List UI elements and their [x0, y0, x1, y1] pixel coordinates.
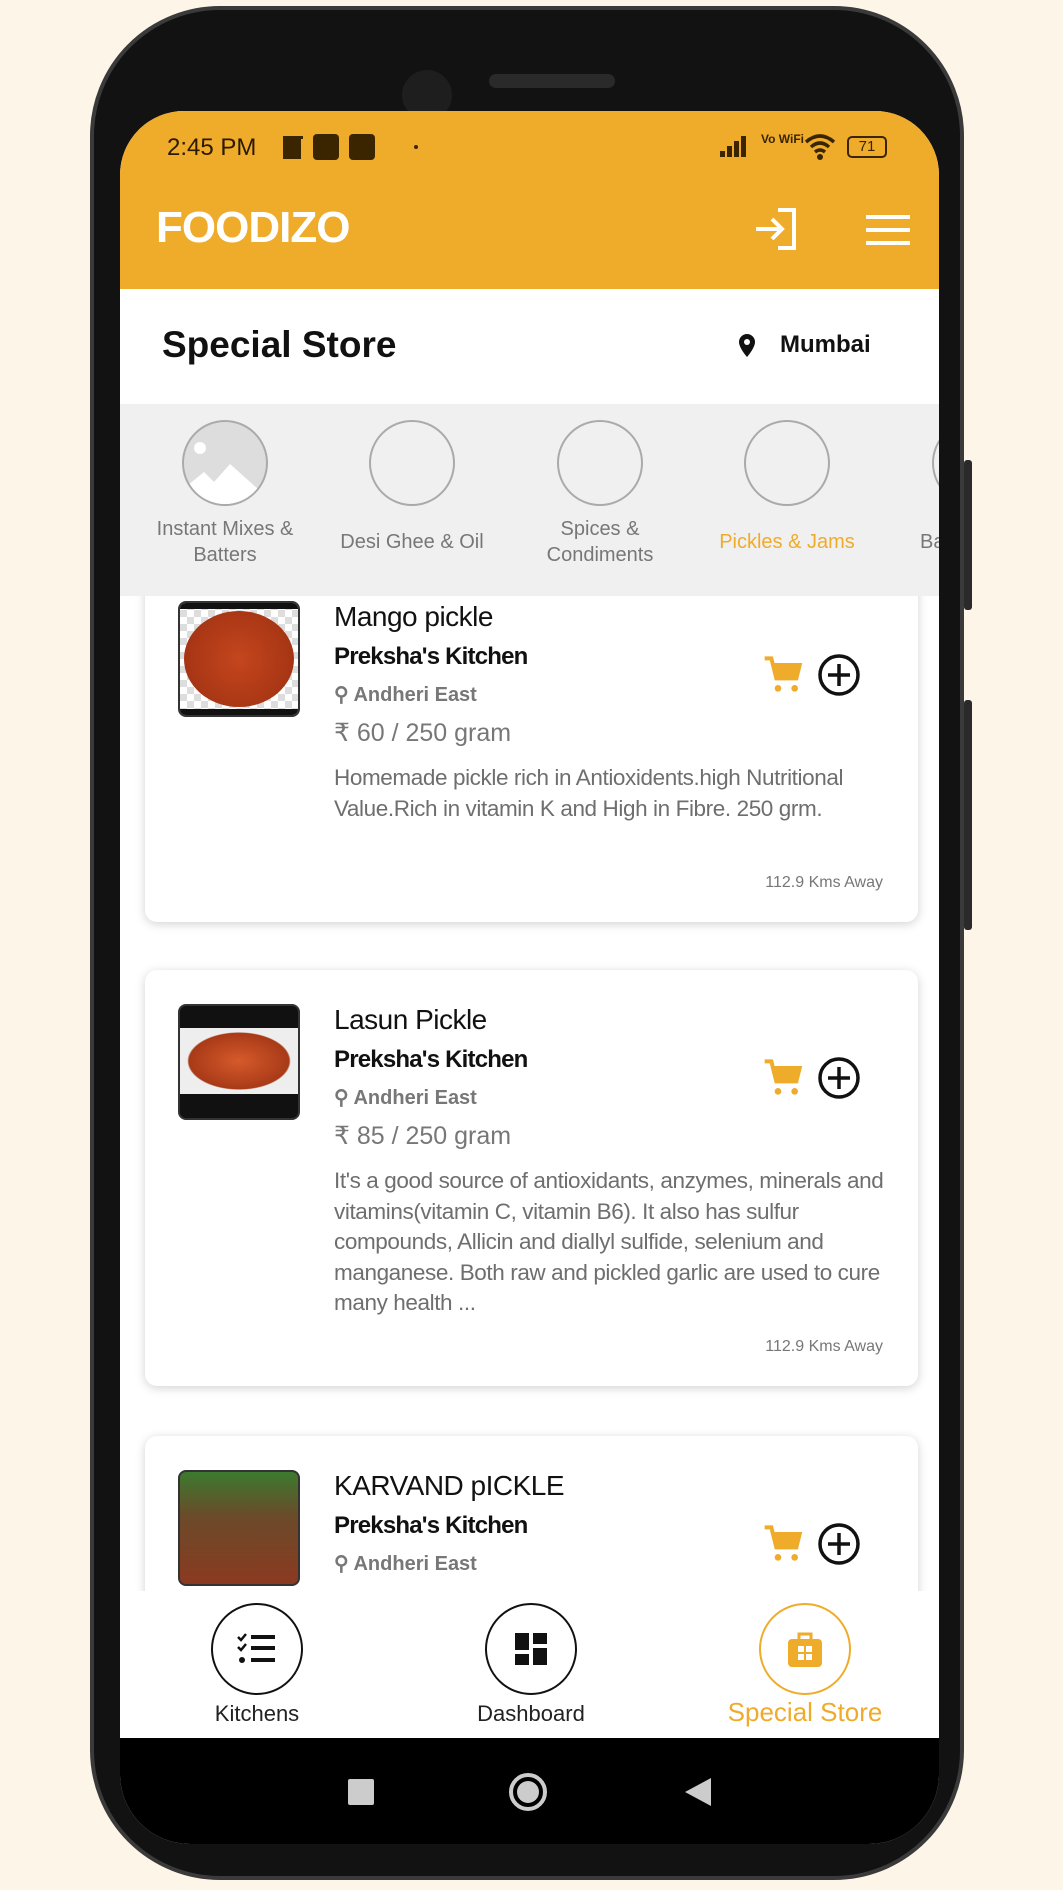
location-selector[interactable]: Mumbai [780, 331, 871, 359]
category-desi-ghee[interactable]: Desi Ghee & Oil [327, 404, 497, 572]
cart-icon[interactable] [763, 655, 803, 695]
dot-icon [414, 145, 418, 149]
category-image [557, 420, 643, 506]
screen: 2:45 PM Vo WiFi 71 FOODIZO Special Store… [120, 111, 939, 1844]
category-instant-mixes[interactable]: Instant Mixes & Batters [140, 404, 310, 572]
home-button[interactable] [509, 1773, 547, 1811]
product-description: It's a good source of antioxidants, anzy… [334, 1168, 884, 1315]
distance-label: 112.9 Kms Away [765, 874, 883, 891]
add-plus-icon[interactable] [817, 653, 861, 697]
product-name: Lasun Pickle [334, 1004, 487, 1035]
product-card[interactable]: KARVAND pICKLE Preksha's Kitchen ⚲ Andhe… [145, 1436, 918, 1591]
status-time: 2:45 PM [167, 134, 257, 161]
app-header: 2:45 PM Vo WiFi 71 FOODIZO [120, 111, 939, 289]
product-location: ⚲ Andheri East [334, 684, 477, 706]
kitchen-name: Preksha's Kitchen [334, 1512, 528, 1539]
product-image[interactable] [178, 1004, 300, 1120]
add-plus-icon[interactable] [817, 1522, 861, 1566]
recents-button[interactable] [348, 1779, 374, 1805]
category-image [369, 420, 455, 506]
location-pin-icon: ⚲ [334, 1553, 349, 1575]
cart-icon[interactable] [763, 1524, 803, 1564]
notification-icons [283, 134, 375, 160]
location-pin-icon [739, 334, 755, 357]
product-price: ₹ 85 / 250 gram [334, 1122, 512, 1150]
back-button[interactable] [685, 1778, 711, 1806]
battery-indicator: 71 [847, 136, 887, 158]
distance-label: 112.9 Kms Away [765, 1338, 883, 1355]
nav-special-store[interactable]: Special Store [705, 1603, 905, 1728]
product-description: Homemade pickle rich in Antioxidents.hig… [334, 765, 844, 821]
product-card[interactable]: Mango pickle Preksha's Kitchen ⚲ Andheri… [145, 596, 918, 922]
system-navigation-bar [120, 1738, 939, 1844]
product-location: ⚲ Andheri East [334, 1553, 477, 1575]
category-strip[interactable]: Instant Mixes & Batters Desi Ghee & Oil … [120, 404, 939, 596]
product-image[interactable] [178, 601, 300, 717]
page-title: Special Store [162, 324, 397, 365]
category-bakery[interactable]: Bake [890, 404, 939, 572]
product-name: KARVAND pICKLE [334, 1470, 565, 1501]
product-location: ⚲ Andheri East [334, 1087, 477, 1109]
image-placeholder-icon [182, 420, 268, 506]
power-button [964, 700, 972, 930]
vowifi-label: Vo WiFi [761, 132, 804, 146]
checklist-icon [237, 1633, 275, 1663]
earpiece [489, 74, 615, 88]
product-card[interactable]: Lasun Pickle Preksha's Kitchen ⚲ Andheri… [145, 970, 918, 1386]
kitchen-name: Preksha's Kitchen [334, 1046, 528, 1073]
category-image [744, 420, 830, 506]
volume-button [964, 460, 972, 610]
nav-dashboard[interactable]: Dashboard [431, 1603, 631, 1727]
nav-kitchens[interactable]: Kitchens [157, 1603, 357, 1727]
product-name: Mango pickle [334, 601, 493, 632]
category-image [932, 420, 939, 506]
product-list[interactable]: Mango pickle Preksha's Kitchen ⚲ Andheri… [120, 596, 939, 1591]
cart-icon[interactable] [763, 1058, 803, 1098]
product-price: ₹ 60 / 250 gram [334, 719, 512, 747]
category-spices[interactable]: Spices & Condiments [515, 404, 685, 572]
foodizo-logo: FOODIZO [156, 203, 350, 252]
signal-icon [720, 136, 746, 157]
store-bag-icon [788, 1632, 822, 1667]
add-plus-icon[interactable] [817, 1056, 861, 1100]
dashboard-icon [515, 1633, 547, 1665]
hamburger-menu-icon[interactable] [866, 215, 910, 245]
bottom-navigation: Kitchens Dashboard Special Store [120, 1591, 939, 1738]
kitchen-name: Preksha's Kitchen [334, 643, 528, 670]
location-pin-icon: ⚲ [334, 684, 349, 706]
wifi-icon [804, 134, 836, 160]
product-image[interactable] [178, 1470, 300, 1586]
location-pin-icon: ⚲ [334, 1087, 349, 1109]
page-title-bar: Special Store Mumbai [120, 289, 939, 404]
login-icon[interactable] [752, 207, 802, 251]
category-pickles-jams[interactable]: Pickles & Jams [702, 404, 872, 572]
